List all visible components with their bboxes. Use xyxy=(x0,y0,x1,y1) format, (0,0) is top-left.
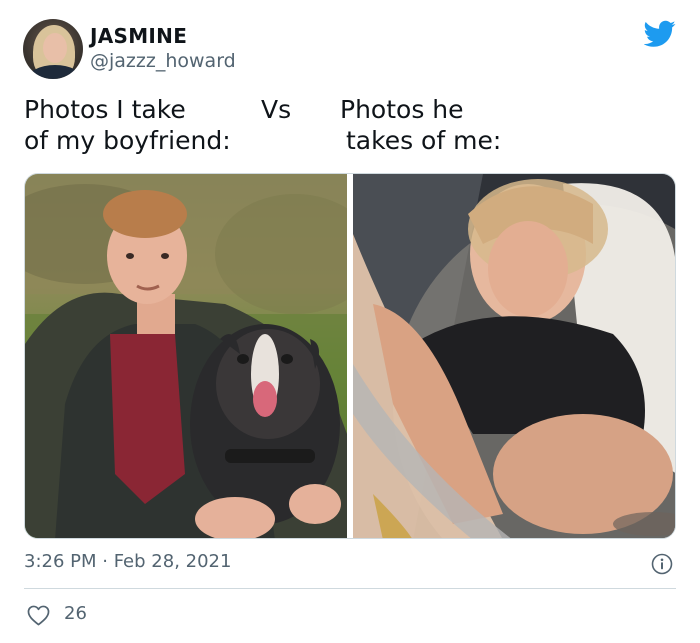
media-grid xyxy=(24,173,676,539)
tweet-text-right-line1: Photos he xyxy=(340,95,464,124)
divider-line xyxy=(24,588,676,589)
photo-girlfriend-blurry[interactable] xyxy=(353,174,675,538)
avatar-face xyxy=(43,33,67,63)
heart-icon[interactable] xyxy=(27,605,50,626)
info-icon[interactable] xyxy=(651,553,673,575)
tweet-text-vs: Vs xyxy=(261,95,292,124)
photo-boyfriend-with-dog[interactable] xyxy=(25,174,347,538)
like-count[interactable]: 26 xyxy=(64,603,87,624)
tweet-text-left-line1: Photos I take xyxy=(24,95,186,124)
photo-boyfriend-illustration xyxy=(25,174,347,538)
tweet-text-left-line2: of my boyfriend: xyxy=(24,126,231,155)
user-handle[interactable]: @jazzz_howard xyxy=(90,50,236,72)
twitter-bird-icon[interactable] xyxy=(644,20,676,48)
display-name[interactable]: JASMINE xyxy=(90,24,187,48)
tweet-text-right-line2: takes of me: xyxy=(346,126,502,155)
photo-girlfriend-illustration xyxy=(353,174,675,538)
tweet-card: JASMINE @jazzz_howard Photos I take of m… xyxy=(0,0,700,643)
tweet-timestamp[interactable]: 3:26 PM · Feb 28, 2021 xyxy=(24,551,231,572)
avatar[interactable] xyxy=(23,19,83,79)
